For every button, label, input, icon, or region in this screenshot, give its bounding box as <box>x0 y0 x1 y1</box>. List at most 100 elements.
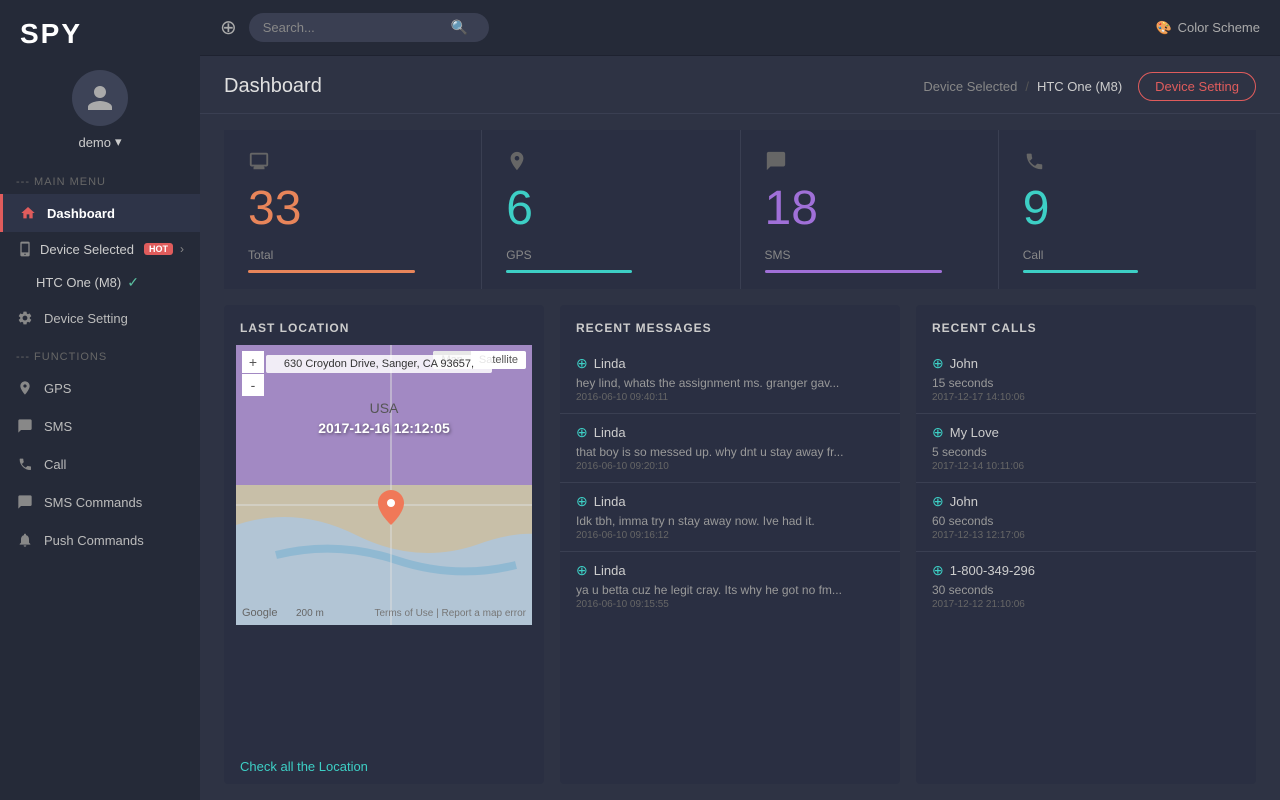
color-scheme-button[interactable]: 🎨 Color Scheme <box>1155 20 1260 36</box>
sidebar-item-push-commands[interactable]: Push Commands <box>0 521 200 559</box>
contact-icon: ⊕ <box>932 424 944 441</box>
map-zoom-in-button[interactable]: + <box>242 351 264 373</box>
stat-card-total: 33 Total <box>224 130 482 289</box>
calls-panel-title: RECENT CALLS <box>916 305 1256 345</box>
message-time: 2016-06-10 09:20:10 <box>576 461 884 472</box>
stat-value-sms: 18 <box>765 181 974 236</box>
avatar-area: demo ▾ <box>0 62 200 162</box>
stat-label-sms: SMS <box>765 248 974 262</box>
map-datetime: 2017-12-16 12:12:05 <box>318 420 450 436</box>
message-preview: Idk tbh, imma try n stay away now. Ive h… <box>576 514 884 528</box>
sidebar-item-sms[interactable]: SMS <box>0 407 200 445</box>
check-location-link[interactable]: Check all the Location <box>224 749 544 784</box>
call-stat-icon <box>1023 150 1045 177</box>
stat-value-call: 9 <box>1023 181 1232 236</box>
device-setting-label: Device Setting <box>44 311 128 326</box>
map-terms: Terms of Use | Report a map error <box>374 608 526 619</box>
contact-icon: ⊕ <box>932 493 944 510</box>
map-visual: + - Map Satellite 630 Croydon Drive, San… <box>236 345 532 625</box>
search-input[interactable] <box>263 20 443 35</box>
contact-icon: ⊕ <box>576 355 588 372</box>
message-item[interactable]: ⊕ Linda ya u betta cuz he legit cray. It… <box>560 552 900 620</box>
call-item[interactable]: ⊕ John 15 seconds 2017-12-17 14:10:06 <box>916 345 1256 414</box>
message-time: 2016-06-10 09:15:55 <box>576 599 884 610</box>
map-panel-title: LAST LOCATION <box>224 305 544 345</box>
contact-name: My Love <box>950 425 999 440</box>
map-container: + - Map Satellite 630 Croydon Drive, San… <box>236 345 532 749</box>
stat-card-gps: 6 GPS <box>482 130 740 289</box>
contact-name: Linda <box>594 356 626 371</box>
device-setting-button[interactable]: Device Setting <box>1138 72 1256 101</box>
message-item[interactable]: ⊕ Linda hey lind, whats the assignment m… <box>560 345 900 414</box>
stat-value-gps: 6 <box>506 181 715 236</box>
contact-row: ⊕ 1-800-349-296 <box>932 562 1240 579</box>
page-header: Dashboard Device Selected / HTC One (M8)… <box>200 56 1280 114</box>
stat-card-call: 9 Call <box>999 130 1256 289</box>
map-country: USA <box>370 400 399 416</box>
breadcrumb-base: Device Selected <box>923 79 1017 94</box>
message-item[interactable]: ⊕ Linda that boy is so messed up. why dn… <box>560 414 900 483</box>
call-label: Call <box>44 457 66 472</box>
map-zoom-out-button[interactable]: - <box>242 374 264 396</box>
stat-bar-gps <box>506 270 632 273</box>
stat-header-sms <box>765 150 974 177</box>
panels: LAST LOCATION <box>200 305 1280 800</box>
contact-row: ⊕ Linda <box>576 493 884 510</box>
call-item[interactable]: ⊕ 1-800-349-296 30 seconds 2017-12-12 21… <box>916 552 1256 620</box>
sidebar-item-call[interactable]: Call <box>0 445 200 483</box>
messages-panel: RECENT MESSAGES ⊕ Linda hey lind, whats … <box>560 305 900 784</box>
contact-icon: ⊕ <box>576 562 588 579</box>
add-button[interactable]: ⊕ <box>220 15 237 40</box>
sidebar-item-sms-commands[interactable]: SMS Commands <box>0 483 200 521</box>
message-item[interactable]: ⊕ Linda Idk tbh, imma try n stay away no… <box>560 483 900 552</box>
map-panel: LAST LOCATION <box>224 305 544 784</box>
call-item[interactable]: ⊕ John 60 seconds 2017-12-13 12:17:06 <box>916 483 1256 552</box>
device-name-label: HTC One (M8) <box>36 275 121 290</box>
contact-name: 1-800-349-296 <box>950 563 1035 578</box>
call-time: 2017-12-14 10:11:06 <box>932 461 1240 472</box>
breadcrumb-current: HTC One (M8) <box>1037 79 1122 94</box>
stat-header-total <box>248 150 457 177</box>
search-box: 🔍 <box>249 13 489 42</box>
stat-label-gps: GPS <box>506 248 715 262</box>
message-time: 2016-06-10 09:40:11 <box>576 392 884 403</box>
map-address: 630 Croydon Drive, Sanger, CA 93657, <box>266 355 492 373</box>
contact-row: ⊕ Linda <box>576 355 884 372</box>
color-scheme-label: Color Scheme <box>1178 20 1260 35</box>
contact-icon: ⊕ <box>932 355 944 372</box>
stat-label-total: Total <box>248 248 457 262</box>
contact-row: ⊕ John <box>932 493 1240 510</box>
contact-icon: ⊕ <box>576 493 588 510</box>
message-preview: hey lind, whats the assignment ms. grang… <box>576 376 884 390</box>
call-duration: 60 seconds <box>932 514 1240 528</box>
push-commands-label: Push Commands <box>44 533 144 548</box>
username[interactable]: demo ▾ <box>78 134 121 150</box>
device-selected-icon <box>16 240 34 258</box>
topbar: ⊕ 🔍 🎨 Color Scheme <box>200 0 1280 56</box>
sidebar-item-device-selected[interactable]: Device Selected HOT › <box>0 232 200 266</box>
sidebar-item-dashboard[interactable]: Dashboard <box>0 194 200 232</box>
stats-row: 33 Total 6 GPS 18 SMS <box>200 114 1280 305</box>
sms-icon <box>16 417 34 435</box>
contact-name: John <box>950 494 978 509</box>
contact-row: ⊕ John <box>932 355 1240 372</box>
push-commands-icon <box>16 531 34 549</box>
call-time: 2017-12-12 21:10:06 <box>932 599 1240 610</box>
stat-value-total: 33 <box>248 181 457 236</box>
sidebar-item-device-setting[interactable]: Device Setting <box>0 299 200 337</box>
sidebar-item-gps[interactable]: GPS <box>0 369 200 407</box>
sidebar-item-device-name[interactable]: HTC One (M8) ✓ <box>0 266 200 299</box>
checkmark-icon: ✓ <box>127 274 139 291</box>
gps-icon <box>16 379 34 397</box>
gps-label: GPS <box>44 381 71 396</box>
search-icon: 🔍 <box>451 19 468 36</box>
color-scheme-icon: 🎨 <box>1155 20 1171 36</box>
sms-commands-icon <box>16 493 34 511</box>
gps-stat-icon <box>506 150 528 177</box>
breadcrumb: Device Selected / HTC One (M8) <box>923 79 1122 94</box>
sidebar: SPY demo ▾ --- MAIN MENU Dashboard Devic… <box>0 0 200 800</box>
call-item[interactable]: ⊕ My Love 5 seconds 2017-12-14 10:11:06 <box>916 414 1256 483</box>
stat-card-sms: 18 SMS <box>741 130 999 289</box>
google-branding: Google <box>242 607 277 619</box>
stat-label-call: Call <box>1023 248 1232 262</box>
